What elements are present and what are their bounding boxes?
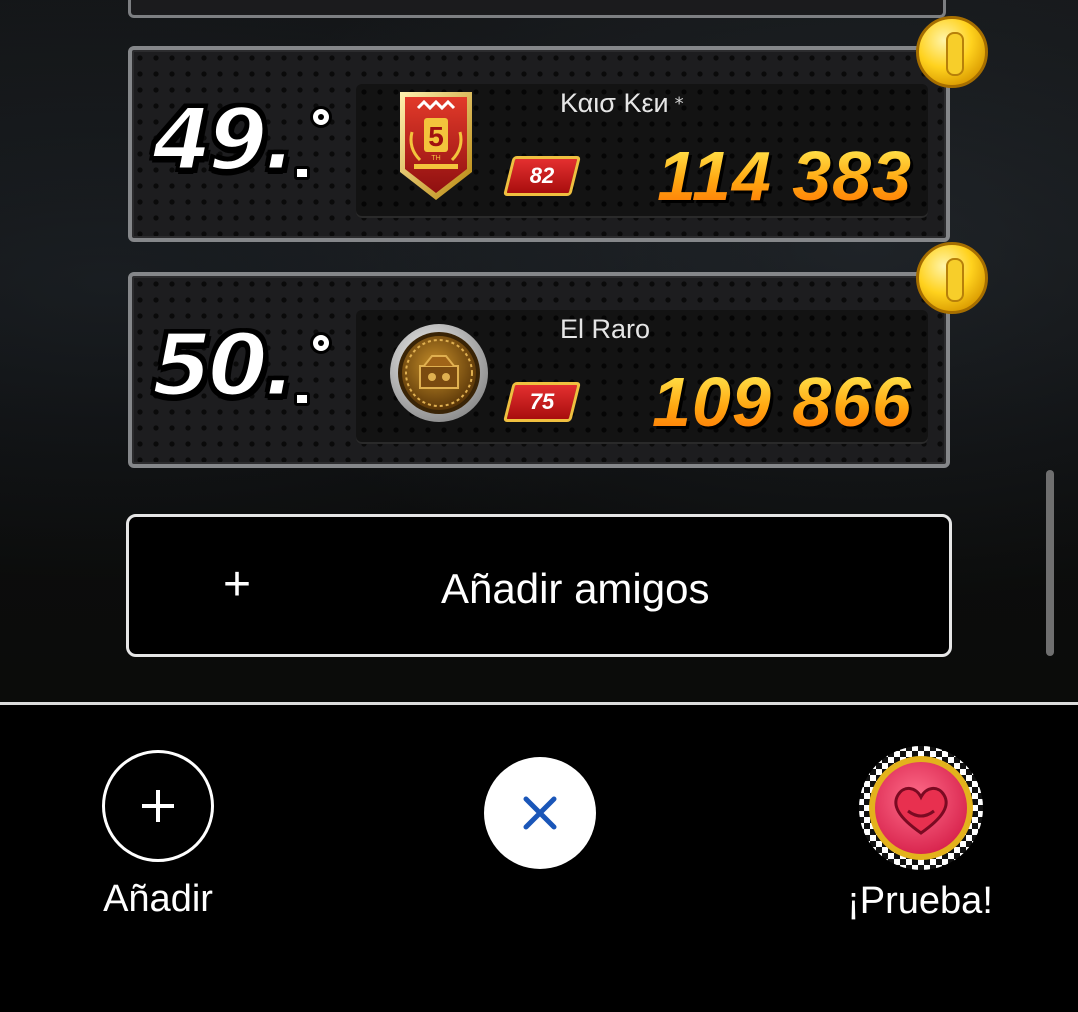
close-icon: [523, 796, 557, 830]
add-label: Añadir: [103, 878, 213, 920]
plus-icon: +: [223, 558, 252, 611]
anniversary-5th-shield-icon: 5 TH: [400, 92, 472, 200]
try-label: ¡Prueba!: [847, 880, 993, 922]
mario-kart-bronze-medal-icon: [390, 324, 488, 422]
svg-text:TH: TH: [431, 155, 440, 162]
rank-card-49[interactable]: 49. 5 TH Καισ Κεи ⁎ 82 114 383: [128, 16, 988, 242]
svg-text:5: 5: [428, 121, 444, 152]
mario-kart-heart-emblem-icon[interactable]: [858, 745, 984, 871]
leaderboard-area: 49. 5 TH Καισ Κεи ⁎ 82 114 383 50. El Ra…: [0, 0, 1078, 702]
ordinal-marker: [294, 332, 340, 406]
score: 114 383: [602, 136, 912, 216]
player-name: El Raro: [560, 314, 651, 344]
coin-icon: [916, 242, 988, 314]
add-friends-button[interactable]: + Añadir amigos: [126, 514, 952, 657]
close-button[interactable]: [484, 757, 596, 869]
coin-icon: [916, 16, 988, 88]
level-badge: 82: [503, 156, 581, 196]
scrollbar[interactable]: [1046, 470, 1054, 656]
name-suffix: ⁎: [674, 88, 684, 108]
rank-card-50[interactable]: 50. El Raro 75 109 866: [128, 242, 988, 468]
ordinal-marker: [294, 106, 340, 180]
add-friends-label: Añadir amigos: [441, 565, 710, 612]
player-name: Καισ Κεи ⁎: [560, 88, 684, 118]
level-badge: 75: [503, 382, 581, 422]
score: 109 866: [602, 362, 912, 442]
add-button[interactable]: [102, 750, 214, 862]
rank-number: 50.: [150, 315, 297, 418]
rank-number: 49.: [150, 89, 297, 192]
previous-rank-card: [128, 0, 946, 18]
